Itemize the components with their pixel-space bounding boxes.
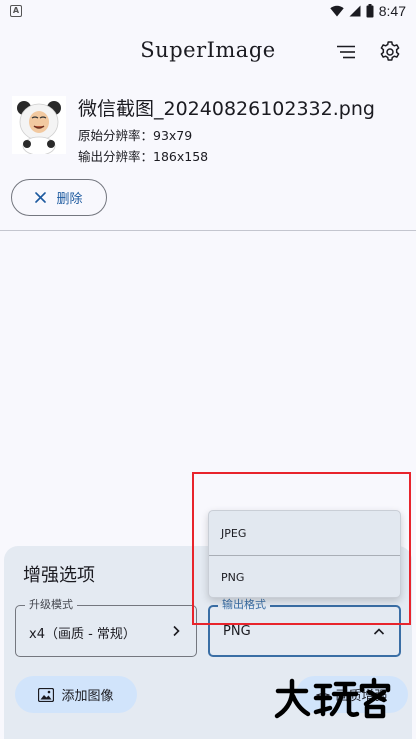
wifi-icon xyxy=(330,5,344,17)
format-dropdown-menu: JPEG PNG xyxy=(208,510,401,598)
battery-icon xyxy=(366,4,374,18)
output-resolution: 输出分辨率：186x158 xyxy=(78,149,209,164)
gear-icon[interactable] xyxy=(378,40,402,64)
file-name: 微信截图_20240826102332.png xyxy=(78,98,375,120)
panel-title: 增强选项 xyxy=(23,565,95,586)
sparkle-icon xyxy=(316,687,331,702)
status-time: 8:47 xyxy=(378,3,406,19)
upgrade-mode-label: 升级模式 xyxy=(25,598,77,612)
app-notification-icon: A xyxy=(10,5,22,17)
image-icon xyxy=(38,687,55,702)
add-image-label: 添加图像 xyxy=(61,689,114,704)
format-option-png[interactable]: PNG xyxy=(209,555,400,599)
delete-button-label: 删除 xyxy=(56,192,83,207)
format-option-jpeg[interactable]: JPEG xyxy=(209,511,400,555)
file-card: 微信截图_20240826102332.png 原始分辨率：93x79 输出分辨… xyxy=(0,88,416,168)
enhance-button[interactable]: 画质增强 xyxy=(296,676,408,713)
chevron-up-icon xyxy=(373,628,385,635)
upgrade-mode-select[interactable]: 升级模式 x4（画质 - 常规） xyxy=(15,598,197,657)
output-format-label: 输出格式 xyxy=(218,598,270,612)
menu-lines-icon[interactable] xyxy=(334,40,358,64)
upgrade-mode-value: x4（画质 - 常规） xyxy=(29,627,136,642)
add-image-button[interactable]: 添加图像 xyxy=(15,676,137,713)
divider xyxy=(0,230,416,231)
output-format-select[interactable]: 输出格式 PNG xyxy=(208,598,401,657)
enhance-label: 画质增强 xyxy=(335,689,388,704)
original-resolution: 原始分辨率：93x79 xyxy=(78,128,193,143)
status-bar: A 8:47 xyxy=(0,0,416,24)
output-format-value: PNG xyxy=(223,624,251,639)
delete-button[interactable]: 删除 xyxy=(11,179,107,216)
status-indicators: 8:47 xyxy=(330,3,406,19)
signal-icon xyxy=(349,5,361,17)
close-icon xyxy=(35,192,47,203)
image-thumbnail xyxy=(12,96,66,154)
chevron-right-icon xyxy=(173,625,180,637)
